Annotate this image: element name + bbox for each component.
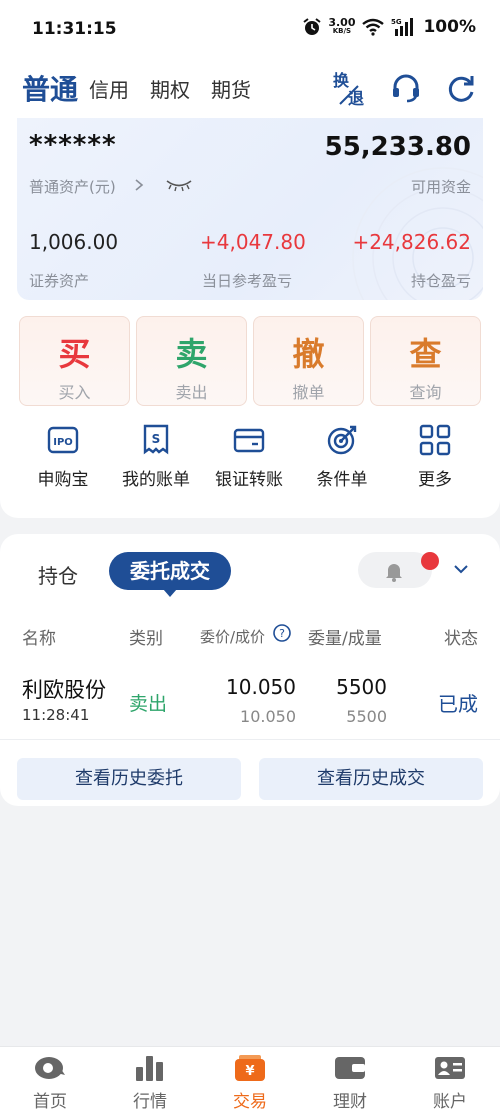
quick-bank-transfer[interactable]: 银证转账	[202, 423, 296, 490]
quick-my-bill[interactable]: S 我的账单	[109, 423, 203, 490]
home-icon	[35, 1057, 65, 1079]
available-funds-label: 可用资金	[410, 178, 471, 196]
available-funds-value: 55,233.80	[324, 132, 471, 162]
network-speed: 3.00 KB/S	[328, 16, 356, 35]
grid-icon	[419, 424, 451, 456]
securities-assets-value: 1,006.00	[29, 230, 119, 254]
masked-total-assets: ******	[29, 130, 117, 160]
column-type: 类别	[129, 629, 163, 649]
position-pnl-label: 持仓盈亏	[410, 272, 471, 290]
nav-home[interactable]: 首页	[0, 1053, 100, 1112]
order-price: 10.050	[226, 675, 296, 699]
assets-label[interactable]: 普通资产(元)	[29, 176, 116, 197]
status-time: 11:31:15	[32, 19, 117, 39]
tab-credit[interactable]: 信用	[89, 74, 129, 103]
account-type-tabs: 普通 信用 期权 期货 换 退	[0, 60, 500, 118]
sell-button[interactable]: 卖 卖出	[136, 316, 247, 406]
notification-dot	[421, 552, 439, 570]
quick-more[interactable]: 更多	[388, 423, 482, 490]
order-status: 已成	[438, 692, 478, 716]
deal-quantity: 5500	[346, 707, 387, 726]
refresh-icon[interactable]	[445, 72, 477, 104]
position-pnl-value: +24,826.62	[352, 230, 471, 254]
svg-text:S: S	[152, 432, 161, 446]
chevron-right-icon[interactable]	[133, 178, 145, 192]
divider	[0, 739, 500, 740]
query-button[interactable]: 查 查询	[370, 316, 481, 406]
signal-icon: 5G	[391, 18, 414, 36]
nav-wealth[interactable]: 理财	[300, 1053, 400, 1112]
svg-text:换: 换	[333, 71, 350, 90]
bell-icon	[386, 564, 402, 582]
tab-options[interactable]: 期权	[150, 74, 190, 103]
column-status: 状态	[444, 629, 478, 649]
order-quantity: 5500	[336, 675, 387, 699]
help-icon[interactable]: ?	[272, 623, 292, 643]
nav-trade[interactable]: ¥ 交易	[200, 1053, 300, 1112]
wallet-icon	[335, 1057, 365, 1079]
account-panel: ****** 普通资产(元) 55,233.80 可用资金 1,006.00 证…	[0, 118, 500, 518]
account-icon	[435, 1057, 465, 1079]
bill-icon: S	[143, 424, 169, 455]
svg-text:¥: ¥	[245, 1064, 254, 1079]
ipo-icon: IPO	[47, 426, 79, 454]
alarm-icon	[303, 18, 321, 35]
tab-futures[interactable]: 期货	[211, 74, 251, 103]
customer-service-icon[interactable]	[390, 72, 422, 104]
hide-eye-icon[interactable]	[165, 176, 193, 194]
svg-text:退: 退	[348, 89, 364, 108]
battery-level: 100%	[423, 17, 476, 37]
quick-conditional-order[interactable]: 条件单	[295, 423, 389, 490]
market-icon	[136, 1056, 163, 1081]
switch-logout-icon[interactable]: 换 退	[330, 68, 370, 110]
account-summary-card: ****** 普通资产(元) 55,233.80 可用资金 1,006.00 证…	[17, 118, 483, 300]
column-price: 委价/成价	[200, 628, 266, 646]
cancel-order-button[interactable]: 撤 撤单	[253, 316, 364, 406]
tab-positions[interactable]: 持仓	[38, 560, 78, 589]
deal-price: 10.050	[240, 707, 296, 726]
nav-market[interactable]: 行情	[100, 1053, 200, 1112]
svg-text:?: ?	[279, 627, 285, 640]
quick-ipo[interactable]: IPO 申购宝	[16, 423, 110, 490]
history-deals-button[interactable]: 查看历史成交	[259, 758, 483, 800]
history-orders-button[interactable]: 查看历史委托	[17, 758, 241, 800]
order-time: 11:28:41	[22, 706, 90, 724]
securities-assets-label: 证券资产	[29, 272, 90, 290]
target-icon	[327, 425, 357, 455]
wifi-icon	[362, 18, 385, 36]
wallet-card-icon	[233, 428, 265, 453]
column-name: 名称	[22, 629, 56, 649]
svg-text:5G: 5G	[391, 18, 402, 26]
svg-text:IPO: IPO	[53, 437, 73, 448]
buy-button[interactable]: 买 买入	[19, 316, 130, 406]
nav-account[interactable]: 账户	[400, 1053, 500, 1112]
bottom-navigation: 首页 行情 ¥ 交易 理财 账户	[0, 1046, 500, 1118]
column-quantity: 委量/成量	[308, 629, 382, 649]
orders-panel: 持仓 委托成交 名称 类别 委价/成价 ? 委量/成量 状态 利欧股份 11:2…	[0, 534, 500, 806]
daily-pnl-value: +4,047.80	[200, 230, 306, 254]
tab-normal[interactable]: 普通	[22, 68, 78, 108]
daily-pnl-label: 当日参考盈亏	[202, 272, 293, 290]
chevron-down-icon[interactable]	[452, 562, 470, 576]
status-bar: 11:31:15 3.00 KB/S 5G 100%	[0, 0, 500, 60]
trade-icon: ¥	[235, 1055, 265, 1081]
tab-orders-deals[interactable]: 委托成交	[109, 552, 231, 597]
stock-name: 利欧股份	[22, 678, 106, 702]
order-type: 卖出	[129, 693, 168, 715]
